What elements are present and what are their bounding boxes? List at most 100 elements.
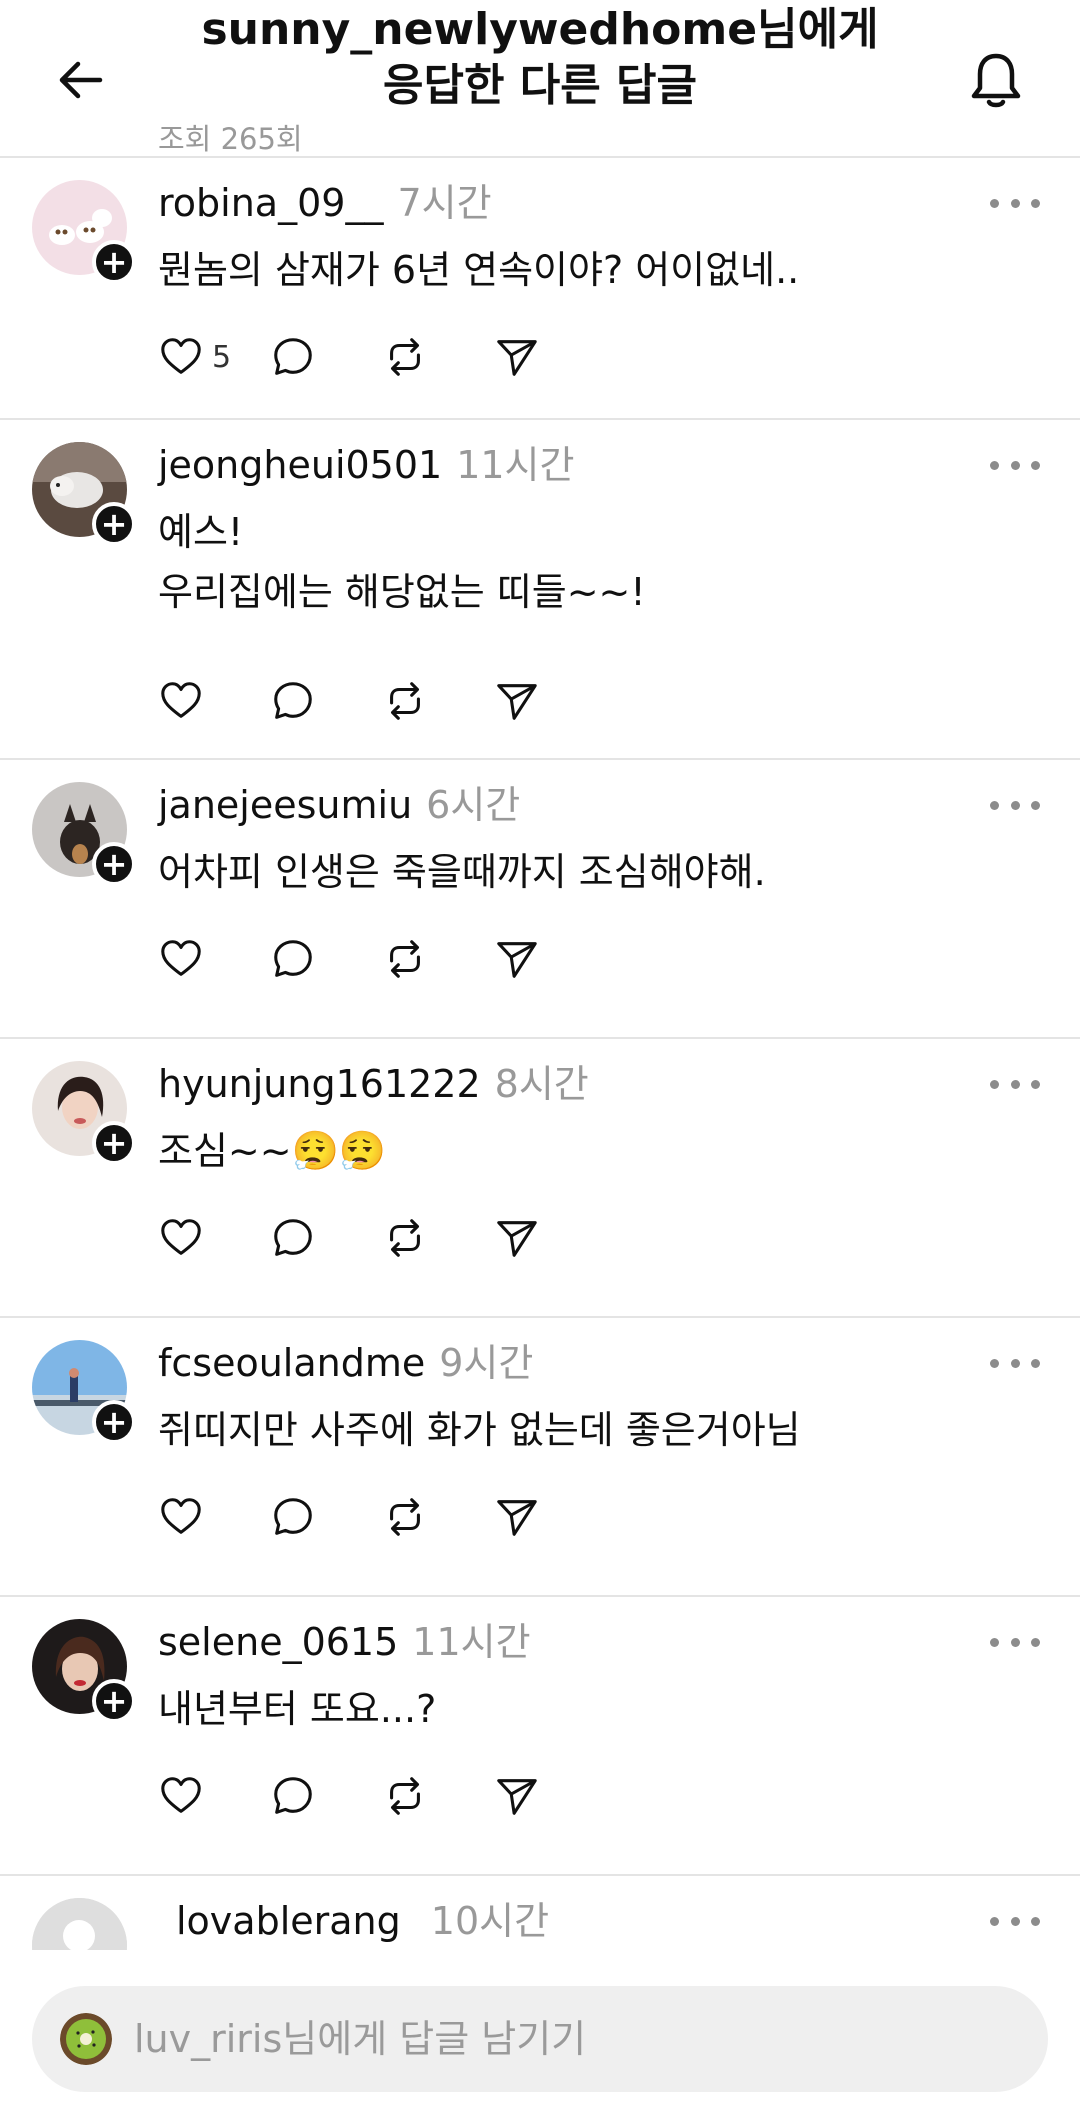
reply-composer[interactable] (32, 1986, 1048, 2092)
more-dot (1031, 1358, 1040, 1368)
follow-button[interactable]: + (92, 1679, 136, 1723)
repost-button[interactable] (382, 934, 494, 984)
more-dot (990, 198, 999, 208)
comment-button[interactable] (270, 1213, 382, 1263)
reply-item: + robina_09__ 7시간 뭔놈의 삼재가 6년 연속이야? 어이없네..… (0, 158, 1080, 420)
notifications-button[interactable] (962, 46, 1030, 114)
repost-button[interactable] (382, 676, 494, 726)
repost-button[interactable] (382, 1492, 494, 1542)
comment-button[interactable] (270, 1771, 382, 1821)
more-dot (1010, 800, 1020, 810)
reply-text: 쥐띠지만 사주에 화가 없는데 좋은거아님 (158, 1408, 801, 1452)
reply-meta: janejeesumiu 6시간 (158, 778, 520, 832)
comment-button[interactable] (270, 332, 382, 382)
repost-button[interactable] (382, 1771, 494, 1821)
share-button[interactable] (494, 332, 606, 382)
reply-meta: lovablerang 10시간 (176, 1894, 549, 1948)
comment-button[interactable] (270, 934, 382, 984)
reply-item: + janejeesumiu 6시간 어차피 인생은 죽을때까지 조심해야해. (0, 760, 1080, 1039)
more-options-button[interactable] (990, 1914, 1040, 1928)
action-bar (158, 1213, 606, 1263)
share-button[interactable] (494, 934, 606, 984)
comment-button[interactable] (270, 1492, 382, 1542)
follow-button[interactable]: + (92, 502, 136, 546)
follow-button[interactable]: + (92, 240, 136, 284)
more-options-button[interactable] (990, 798, 1040, 812)
action-bar (158, 934, 606, 984)
repost-button[interactable] (382, 1213, 494, 1263)
username[interactable]: jeongheui0501 (158, 443, 442, 487)
reply-item: + fcseoulandme 9시간 쥐띠지만 사주에 화가 없는데 좋은거아님 (0, 1318, 1080, 1597)
more-dot (990, 1637, 999, 1647)
share-button[interactable] (494, 1492, 606, 1542)
comment-button[interactable] (270, 676, 382, 726)
back-button[interactable] (50, 50, 110, 110)
username[interactable]: hyunjung161222 (158, 1062, 481, 1106)
username[interactable]: janejeesumiu (158, 783, 412, 827)
comment-icon (274, 338, 312, 375)
like-button[interactable] (158, 1771, 270, 1821)
username[interactable]: fcseoulandme (158, 1341, 425, 1385)
heart-icon (161, 338, 201, 374)
reply-item: + selene_0615 11시간 내년부터 또요...? (0, 1597, 1080, 1876)
more-options-button[interactable] (990, 458, 1040, 472)
plus-icon: + (100, 845, 128, 883)
timestamp: 10시간 (430, 1899, 550, 1943)
reply-meta: hyunjung161222 8시간 (158, 1057, 589, 1111)
like-button[interactable]: 5 (158, 332, 270, 382)
follow-button[interactable]: + (92, 1121, 136, 1165)
repost-icon (390, 682, 420, 720)
heart-icon (161, 682, 201, 718)
comment-icon (274, 940, 312, 977)
username[interactable]: lovablerang (176, 1899, 401, 1943)
header: sunny_newlywedhome님에게 응답한 다른 답글 조회 265회 (0, 0, 1080, 158)
send-icon (497, 684, 537, 720)
share-button[interactable] (494, 1771, 606, 1821)
repost-icon (390, 940, 420, 978)
more-options-button[interactable] (990, 1356, 1040, 1370)
composer-avatar (60, 2013, 112, 2065)
share-button[interactable] (494, 676, 606, 726)
share-button[interactable] (494, 1213, 606, 1263)
more-options-button[interactable] (990, 1077, 1040, 1091)
follow-button[interactable]: + (92, 1400, 136, 1444)
more-dot (990, 1079, 999, 1089)
view-count: 조회 265회 (158, 122, 303, 156)
like-button[interactable] (158, 934, 270, 984)
repost-icon (390, 1498, 420, 1536)
reply-list: + robina_09__ 7시간 뭔놈의 삼재가 6년 연속이야? 어이없네..… (0, 158, 1080, 2076)
more-dot (1010, 1358, 1020, 1368)
comment-icon (274, 1498, 312, 1535)
more-dot (1031, 1079, 1040, 1089)
like-count: 5 (212, 339, 232, 375)
more-dot (990, 800, 999, 810)
send-icon (497, 1500, 537, 1536)
action-bar (158, 676, 606, 726)
plus-icon: + (100, 1682, 128, 1720)
reply-input[interactable] (134, 2017, 994, 2061)
like-button[interactable] (158, 1213, 270, 1263)
more-options-button[interactable] (990, 1635, 1040, 1649)
plus-icon: + (100, 505, 128, 543)
more-dot (1031, 800, 1040, 810)
reply-meta: selene_0615 11시간 (158, 1615, 531, 1669)
repost-button[interactable] (382, 332, 494, 382)
more-dot (1010, 1637, 1020, 1647)
more-dot (1010, 1916, 1020, 1926)
plus-icon: + (100, 1403, 128, 1441)
more-dot (990, 460, 999, 470)
timestamp: 9시간 (439, 1341, 534, 1385)
like-button[interactable] (158, 1492, 270, 1542)
more-options-button[interactable] (990, 196, 1040, 210)
comment-icon (274, 1777, 312, 1814)
username[interactable]: robina_09__ (158, 181, 383, 225)
like-button[interactable] (158, 676, 270, 726)
username[interactable]: selene_0615 (158, 1620, 398, 1664)
send-icon (497, 942, 537, 978)
action-bar (158, 1771, 606, 1821)
timestamp: 11시간 (456, 443, 575, 487)
timestamp: 11시간 (412, 1620, 531, 1664)
reply-item: + jeongheui0501 11시간 예스! 우리집에는 해당없는 띠들~~! (0, 420, 1080, 760)
send-icon (497, 1221, 537, 1257)
follow-button[interactable]: + (92, 842, 136, 886)
